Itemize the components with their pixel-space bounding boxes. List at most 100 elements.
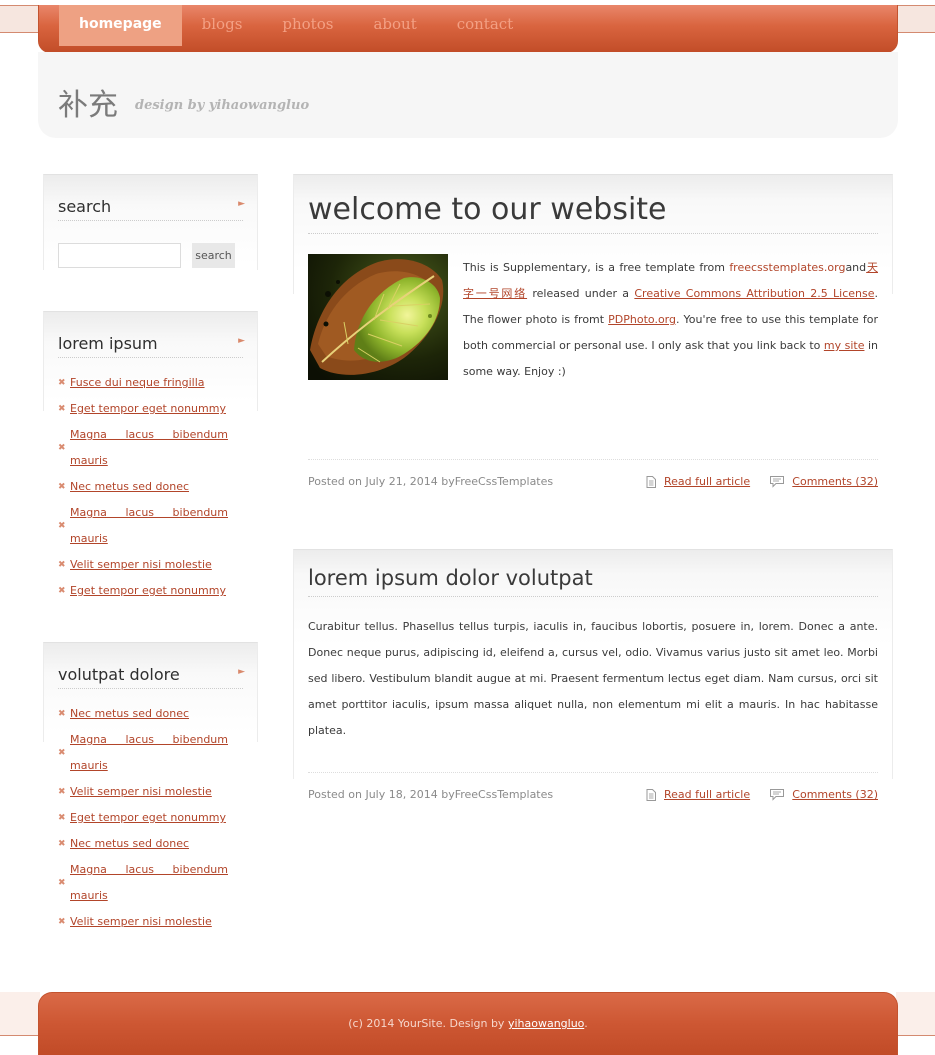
- x-bullet-icon: ✖: [58, 586, 66, 596]
- sidebar-search-box: search ► search: [43, 174, 258, 270]
- sidebar-link[interactable]: Velit semper nisi molestie: [70, 779, 243, 805]
- arrow-right-icon: ►: [238, 199, 245, 209]
- my-site-link[interactable]: my site: [824, 339, 865, 352]
- x-bullet-icon: ✖: [58, 560, 66, 570]
- list-item: ✖ Nec metus sed donec: [58, 701, 243, 727]
- nav-link-about[interactable]: about: [353, 5, 436, 46]
- read-more-link[interactable]: Read full article: [664, 475, 750, 488]
- read-more-link[interactable]: Read full article: [664, 788, 750, 801]
- nav-item-about: about: [353, 5, 436, 46]
- list-item: ✖ Velit semper nisi molestie: [58, 779, 243, 805]
- sidebar-link[interactable]: Velit semper nisi molestie: [70, 552, 243, 578]
- x-bullet-icon: ✖: [58, 878, 66, 888]
- footer-designer-link[interactable]: yihaowangluo: [508, 1017, 584, 1030]
- sidebar-lorem-box: lorem ipsum ► ✖ Fusce dui neque fringilla …: [43, 311, 258, 597]
- sidebar-link[interactable]: Fusce dui neque fringilla: [70, 370, 243, 396]
- sidebar-link[interactable]: Eget tempor eget nonummy: [70, 805, 243, 831]
- x-bullet-icon: ✖: [58, 404, 66, 414]
- x-bullet-icon: ✖: [58, 709, 66, 719]
- arrow-right-icon: ►: [238, 667, 245, 677]
- sidebar-volutpat-list: ✖ Nec metus sed donec ✖ Magna lacus bibend…: [58, 701, 243, 935]
- nav-item-blogs: blogs: [182, 5, 263, 46]
- top-bar-left-edge: [0, 5, 40, 33]
- x-bullet-icon: ✖: [58, 748, 66, 758]
- search-button[interactable]: search: [192, 243, 235, 268]
- x-bullet-icon: ✖: [58, 521, 66, 531]
- sidebar-link[interactable]: Magna lacus bibendum mauris: [70, 727, 228, 779]
- sidebar-link[interactable]: Eget tempor eget nonummy: [70, 578, 243, 604]
- freecsstemplates-link[interactable]: freecsstemplates.org: [729, 261, 845, 274]
- sidebar-link[interactable]: Nec metus sed donec: [70, 474, 243, 500]
- post-meta: Posted on July 21, 2014 byFreeCssTemplat…: [308, 459, 878, 495]
- sidebar-search-heading: search ►: [58, 175, 245, 221]
- list-item: ✖ Nec metus sed donec: [58, 474, 243, 500]
- x-bullet-icon: ✖: [58, 443, 66, 453]
- comments-link[interactable]: Comments (32): [792, 788, 878, 801]
- sidebar-link[interactable]: Velit semper nisi molestie: [70, 909, 243, 935]
- post-body: Curabitur tellus. Phasellus tellus turpi…: [308, 620, 878, 737]
- site-header: 补充 design by yihaowangluo: [38, 52, 898, 138]
- sidebar-link[interactable]: Nec metus sed donec: [70, 831, 243, 857]
- post-date: Posted on July 18, 2014 byFreeCssTemplat…: [308, 788, 554, 801]
- x-bullet-icon: ✖: [58, 787, 66, 797]
- list-item: ✖ Eget tempor eget nonummy: [58, 578, 243, 604]
- top-bar: homepage blogs photos about contact: [0, 0, 935, 54]
- list-item: ✖ Nec metus sed donec: [58, 831, 243, 857]
- post-meta: Posted on July 18, 2014 byFreeCssTemplat…: [308, 772, 878, 808]
- post-title: welcome to our website: [308, 175, 878, 234]
- footer-left-edge: [0, 992, 40, 1036]
- sidebar-volutpat-box: volutpat dolore ► ✖ Nec metus sed donec ✖ M…: [43, 642, 258, 928]
- list-item: ✖ Eget tempor eget nonummy: [58, 805, 243, 831]
- read-more-wrap: Read full article: [646, 475, 750, 488]
- search-input[interactable]: [58, 243, 181, 268]
- list-item: ✖ Eget tempor eget nonummy: [58, 396, 243, 422]
- comments-wrap: Comments (32): [770, 475, 878, 488]
- footer-right-edge: [896, 992, 935, 1036]
- main-nav: homepage blogs photos about contact: [38, 5, 898, 53]
- arrow-right-icon: ►: [238, 336, 245, 346]
- license-link[interactable]: Creative Commons Attribution 2.5 License: [634, 287, 874, 300]
- post-title: lorem ipsum dolor volutpat: [308, 550, 878, 597]
- x-bullet-icon: ✖: [58, 378, 66, 388]
- pdphoto-link[interactable]: PDPhoto.org: [608, 313, 676, 326]
- sidebar-link[interactable]: Magna lacus bibendum mauris: [70, 857, 228, 909]
- sidebar-volutpat-heading: volutpat dolore ►: [58, 643, 245, 689]
- nav-link-homepage[interactable]: homepage: [59, 5, 182, 46]
- document-icon: [646, 788, 656, 801]
- post-lorem: lorem ipsum dolor volutpat Curabitur tel…: [293, 549, 893, 779]
- site-title[interactable]: 补充: [58, 80, 118, 124]
- site-subtitle: design by yihaowangluo: [135, 98, 310, 113]
- sidebar-lorem-list: ✖ Fusce dui neque fringilla ✖ Eget tempor …: [58, 370, 243, 604]
- list-item: ✖ Velit semper nisi molestie: [58, 909, 243, 935]
- sidebar-link[interactable]: Eget tempor eget nonummy: [70, 396, 243, 422]
- leaf-photo: [308, 254, 448, 380]
- list-item: ✖ Magna lacus bibendum mauris: [58, 727, 243, 779]
- top-bar-right-edge: [896, 5, 935, 33]
- post-date: Posted on July 21, 2014 byFreeCssTemplat…: [308, 475, 554, 488]
- read-more-wrap: Read full article: [646, 788, 750, 801]
- list-item: ✖ Velit semper nisi molestie: [58, 552, 243, 578]
- search-form: search: [58, 243, 243, 268]
- sidebar-link[interactable]: Nec metus sed donec: [70, 701, 243, 727]
- list-item: ✖ Fusce dui neque fringilla: [58, 370, 243, 396]
- sidebar-link[interactable]: Magna lacus bibendum mauris: [70, 500, 228, 552]
- document-icon: [646, 475, 656, 488]
- footer-text: (c) 2014 YourSite. Design by yihaowanglu…: [348, 1017, 588, 1030]
- list-item: ✖ Magna lacus bibendum mauris: [58, 857, 243, 909]
- sidebar-link[interactable]: Magna lacus bibendum mauris: [70, 422, 228, 474]
- nav-item-contact: contact: [437, 5, 534, 46]
- post-body: This is Supplementary, is a free templat…: [463, 261, 879, 378]
- x-bullet-icon: ✖: [58, 839, 66, 849]
- nav-item-homepage: homepage: [59, 5, 182, 46]
- x-bullet-icon: ✖: [58, 482, 66, 492]
- comment-icon: [770, 788, 785, 801]
- nav-item-photos: photos: [262, 5, 353, 46]
- x-bullet-icon: ✖: [58, 917, 66, 927]
- nav-link-blogs[interactable]: blogs: [182, 5, 263, 46]
- comments-link[interactable]: Comments (32): [792, 475, 878, 488]
- nav-link-contact[interactable]: contact: [437, 5, 534, 46]
- nav-link-photos[interactable]: photos: [262, 5, 353, 46]
- comment-icon: [770, 475, 785, 488]
- list-item: ✖ Magna lacus bibendum mauris: [58, 422, 243, 474]
- site-footer: (c) 2014 YourSite. Design by yihaowanglu…: [38, 992, 898, 1055]
